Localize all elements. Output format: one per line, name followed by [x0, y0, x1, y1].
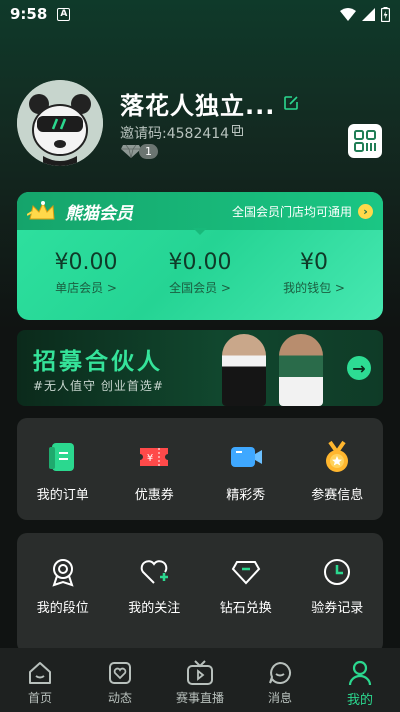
order-icon: [48, 443, 74, 471]
bottom-nav: 首页 动态 赛事直播 消息 我的: [0, 648, 400, 712]
banner-subtitle: #无人值守 创业首选#: [33, 379, 164, 393]
my-follows-button[interactable]: 我的关注: [109, 533, 201, 653]
notification-icon: A: [57, 7, 71, 21]
coupon-records-button[interactable]: 验券记录: [292, 533, 384, 653]
nav-home[interactable]: 首页: [0, 648, 80, 712]
my-follows-label: 我的关注: [128, 601, 181, 616]
vip-card[interactable]: 熊猫会员 全国会员门店均可通用 › ¥0.00 单店会员 > ¥0.00 全国会…: [17, 192, 383, 320]
nav-live[interactable]: 赛事直播: [160, 648, 240, 712]
nav-messages[interactable]: 消息: [240, 648, 320, 712]
diamond-exchange-label: 钻石兑换: [219, 601, 272, 616]
panda-avatar-icon: [17, 80, 103, 166]
coupons-label: 优惠券: [134, 488, 174, 503]
nav-home-label: 首页: [27, 691, 52, 705]
vip-header: 熊猫会员 全国会员门店均可通用 ›: [17, 192, 383, 230]
my-orders-button[interactable]: 我的订单: [17, 418, 109, 520]
qr-code-button[interactable]: [348, 124, 382, 158]
wallet-balance[interactable]: ¥0 我的钱包 >: [257, 250, 371, 296]
qr-code-icon: [354, 130, 376, 152]
clock-icon: [324, 559, 351, 585]
wifi-icon: [340, 7, 356, 21]
highlights-button[interactable]: 精彩秀: [200, 418, 292, 520]
nav-live-label: 赛事直播: [175, 691, 224, 705]
diamond-badge: 1: [120, 142, 158, 160]
vip-title: 熊猫会员: [65, 203, 133, 224]
invite-code: 邀请码:4582414: [120, 126, 230, 142]
signal-icon: [362, 7, 375, 21]
wallet-amount: ¥0: [300, 250, 328, 275]
avatar[interactable]: [17, 80, 103, 166]
profile-icon: [348, 660, 372, 686]
my-orders-label: 我的订单: [36, 488, 89, 503]
partner-banner[interactable]: 招募合伙人 #无人值守 创业首选# →: [17, 330, 383, 406]
competition-info-button[interactable]: 参赛信息: [292, 418, 384, 520]
diamond-exchange-button[interactable]: 钻石兑换: [200, 533, 292, 653]
edit-icon[interactable]: [283, 95, 299, 111]
arrow-right-icon[interactable]: →: [347, 356, 371, 380]
video-icon: [230, 447, 262, 467]
battery-icon: [381, 6, 390, 22]
banner-title: 招募合伙人: [33, 349, 163, 375]
national-member-balance[interactable]: ¥0.00 全国会员 >: [143, 250, 257, 296]
store-member-amount: ¥0.00: [54, 250, 118, 275]
banner-person-image: [222, 334, 266, 406]
coupon-records-label: 验券记录: [311, 601, 364, 616]
store-member-label: 单店会员 >: [55, 281, 117, 295]
coupons-button[interactable]: ¥ 优惠券: [109, 418, 201, 520]
status-time: 9:58: [10, 5, 48, 23]
wallet-label: 我的钱包 >: [283, 281, 345, 295]
nav-profile-label: 我的: [346, 693, 373, 708]
rank-icon: [52, 559, 74, 587]
badge-count: 1: [139, 143, 158, 159]
nav-feed[interactable]: 动态: [80, 648, 160, 712]
highlights-label: 精彩秀: [226, 488, 266, 503]
nav-messages-label: 消息: [267, 691, 292, 705]
medal-icon: [326, 440, 349, 472]
nav-profile[interactable]: 我的: [320, 648, 400, 712]
banner-person-image: [279, 334, 323, 406]
vip-note-text: 全国会员门店均可通用: [231, 204, 352, 219]
username: 落花人独立...: [120, 92, 276, 120]
my-rank-button[interactable]: 我的段位: [17, 533, 109, 653]
home-icon: [29, 662, 51, 684]
diamond-icon: [231, 561, 260, 585]
message-icon: [269, 661, 291, 684]
my-rank-label: 我的段位: [36, 601, 89, 616]
store-member-balance[interactable]: ¥0.00 单店会员 >: [29, 250, 143, 296]
follow-icon: [140, 560, 169, 584]
nav-feed-label: 动态: [107, 691, 132, 705]
competition-info-label: 参赛信息: [311, 488, 364, 503]
services-grid: 我的订单 ¥ 优惠券 精彩秀 参赛信息: [17, 418, 383, 520]
account-grid: 我的段位 我的关注 钻石兑换 验券记录: [17, 533, 383, 653]
vip-note[interactable]: 全国会员门店均可通用 ›: [232, 203, 373, 220]
vip-notch: [193, 228, 207, 235]
national-member-label: 全国会员 >: [169, 281, 231, 295]
coupon-icon: ¥: [140, 448, 169, 466]
svg-text:¥: ¥: [147, 453, 153, 464]
feed-icon: [109, 662, 131, 684]
copy-icon[interactable]: [232, 125, 243, 136]
crown-icon: [27, 201, 55, 220]
national-member-amount: ¥0.00: [168, 250, 232, 275]
status-bar: 9:58 A: [0, 0, 400, 28]
chevron-right-icon: ›: [358, 203, 373, 219]
tv-icon: [187, 660, 213, 685]
